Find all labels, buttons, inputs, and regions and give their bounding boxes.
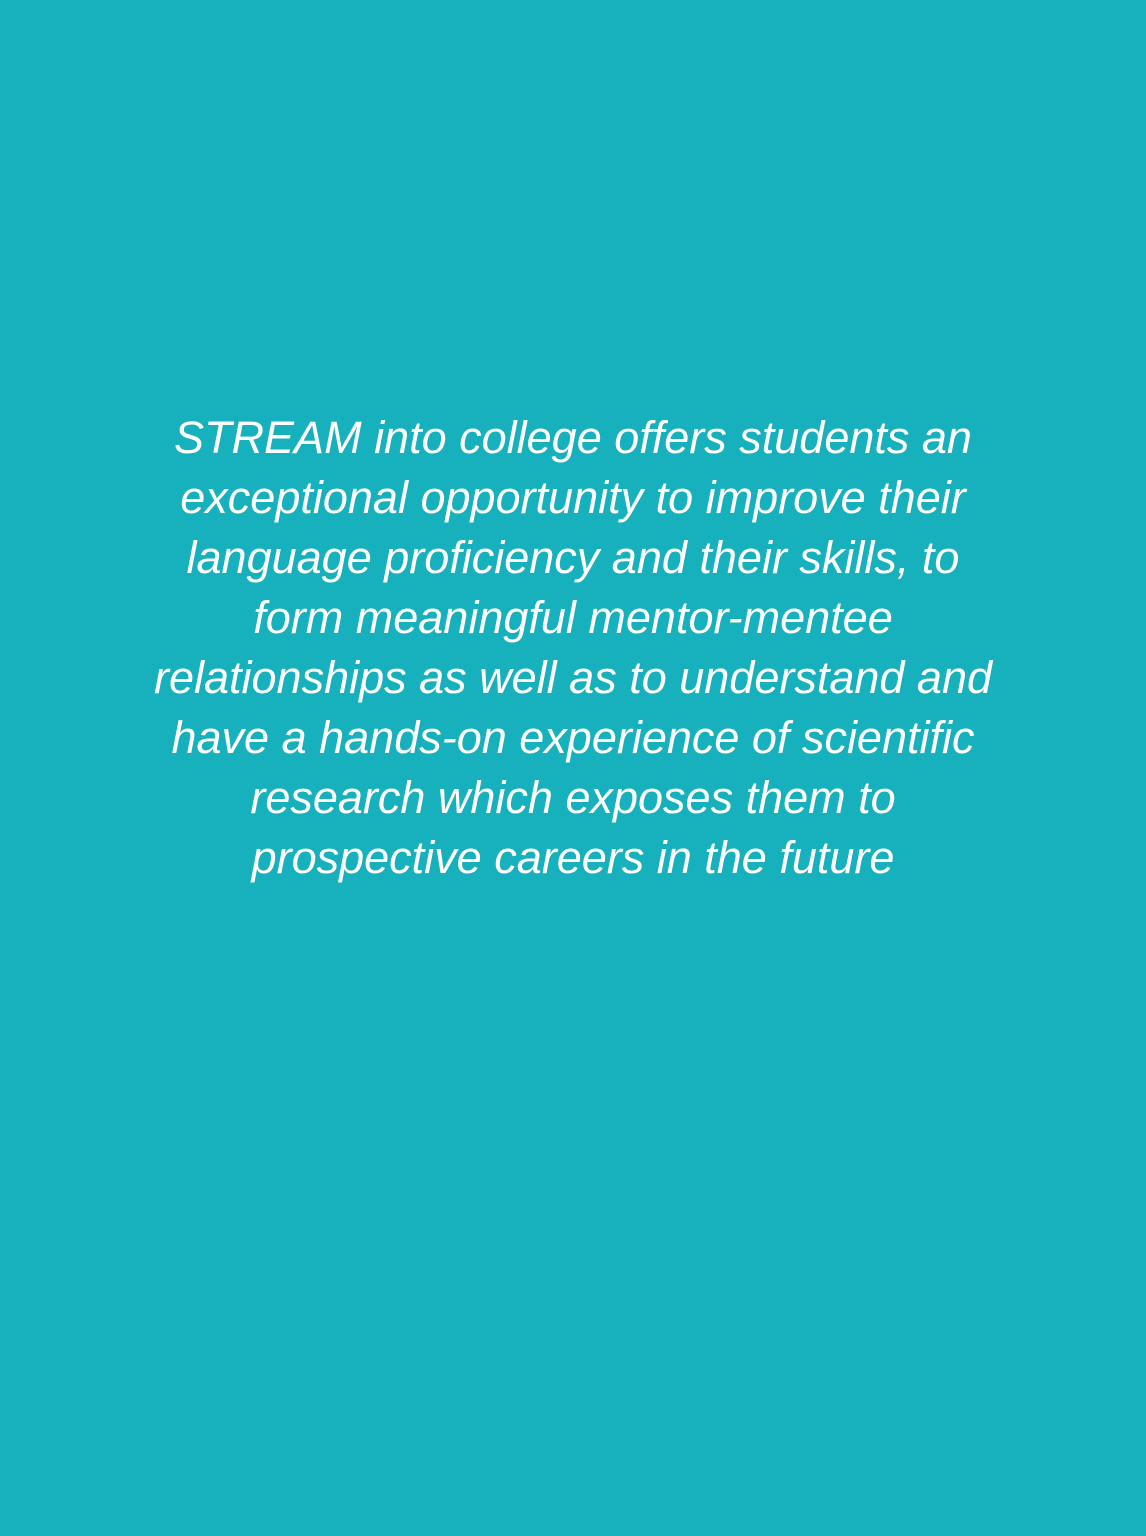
description-paragraph: STREAM into college offers students an e… [60,408,1086,888]
paragraph-line-8: prospective careers in the future [251,832,895,883]
paragraph-line-6: have a hands-on experience of scientific [171,712,975,763]
paragraph-line-4: form meaningful mentor-mentee [253,592,893,643]
paragraph-line-1: STREAM into college offers students an [174,412,972,463]
paragraph-line-2: exceptional opportunity to improve their [180,472,966,523]
paragraph-line-3: language proficiency and their skills, t… [186,532,960,583]
paragraph-line-5: relationships as well as to understand a… [153,652,992,703]
page: STREAM into college offers students an e… [0,0,1146,1536]
paragraph-line-7: research which exposes them to [250,772,896,823]
